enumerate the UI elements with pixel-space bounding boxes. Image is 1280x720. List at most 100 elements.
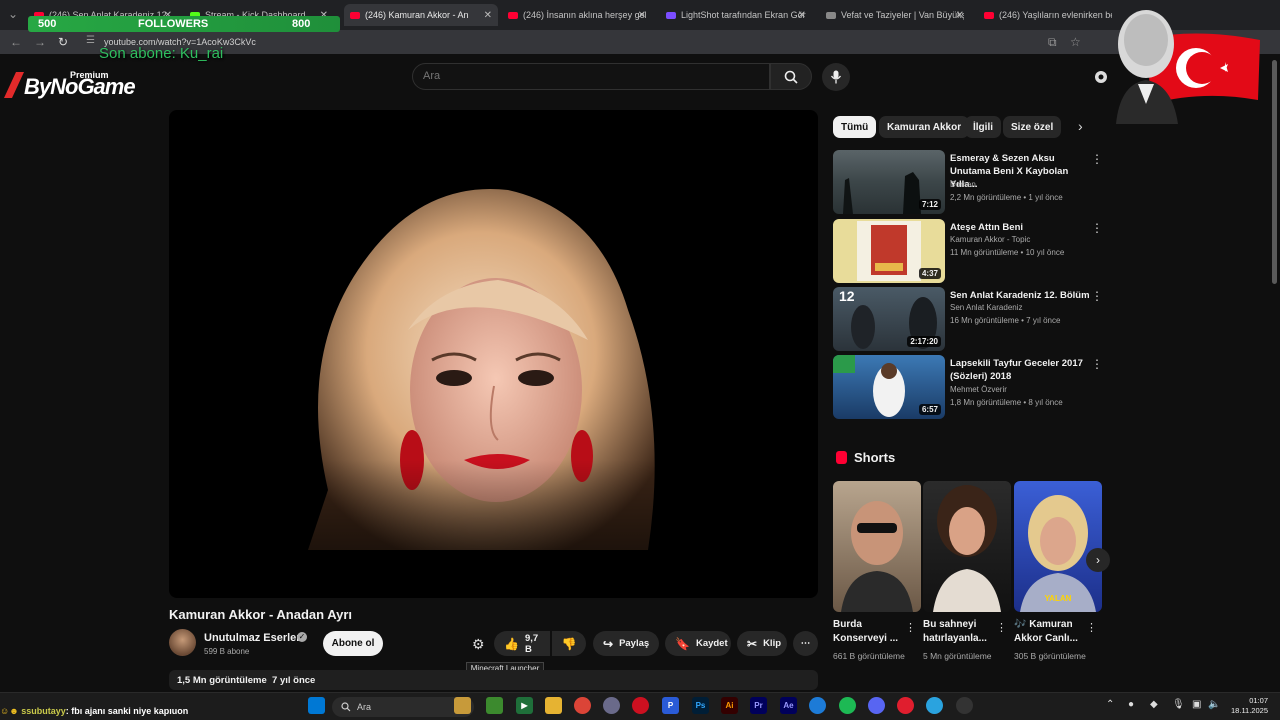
play-store-icon[interactable]: ▶ — [516, 697, 533, 714]
chip-kamuran-akkor[interactable]: Kamuran Akkor — [879, 116, 970, 138]
premiere-icon[interactable]: Pr — [750, 697, 767, 714]
forward-icon[interactable]: → — [34, 35, 46, 49]
more-vertical-icon[interactable]: ⋮ — [1091, 152, 1103, 166]
bookmark-star-icon[interactable]: ☆ — [1070, 35, 1081, 49]
install-app-icon[interactable]: ⧉ — [1048, 35, 1057, 50]
logo-text: ByNoGame — [24, 74, 136, 99]
chip-related[interactable]: İlgili — [965, 116, 1001, 138]
tab-7[interactable]: (246) Yaşlıların evlenirken ben — [978, 4, 1118, 26]
tab-4[interactable]: (246) İnsanın aklına herşey geli ✕ — [502, 4, 652, 26]
channel-name: Kamuran Akkor - Topic — [950, 235, 1031, 244]
more-vertical-icon[interactable]: ⋮ — [1091, 357, 1103, 371]
short-thumbnail[interactable] — [833, 481, 921, 612]
chip-all[interactable]: Tümü — [833, 116, 877, 138]
search-input[interactable] — [423, 70, 723, 82]
tab-6[interactable]: Vefat ve Taziyeler | Van Büyükş ✕ — [820, 4, 970, 26]
tray-app-icon[interactable]: ● — [1128, 699, 1134, 710]
obs-icon[interactable] — [956, 697, 973, 714]
close-tab-icon[interactable]: ✕ — [638, 10, 646, 21]
more-vertical-icon[interactable]: ⋮ — [1086, 621, 1097, 634]
clip-button[interactable]: ✂ Klip — [737, 631, 787, 656]
more-vertical-icon[interactable]: ⋮ — [905, 621, 916, 634]
chevron-right-icon[interactable]: › — [1078, 118, 1083, 134]
subscribe-button[interactable]: Abone ol — [323, 631, 383, 656]
channel-name[interactable]: Unutulmaz Eserler — [204, 632, 301, 644]
dislike-button[interactable]: 👎 — [552, 631, 586, 656]
search-icon — [784, 70, 798, 84]
spotify-icon[interactable] — [839, 697, 856, 714]
site-favicon-icon — [826, 11, 836, 19]
tab-3-active[interactable]: (246) Kamuran Akkor - An ✕ — [344, 4, 498, 26]
system-clock[interactable]: 01:07 18.11.2025 — [1226, 696, 1268, 716]
share-button[interactable]: ↪ Paylaş — [593, 631, 659, 656]
chrome-icon[interactable] — [574, 697, 591, 714]
minecraft-launcher-icon[interactable]: ⚙ — [472, 636, 488, 652]
recommendation-item[interactable]: 4:37 Ateşe Attın Beni Kamuran Akkor - To… — [833, 219, 1103, 283]
widgets-icon[interactable] — [454, 697, 471, 714]
short-title[interactable]: 🎶 Kamuran Akkor Canlı... — [1014, 618, 1092, 646]
search-button[interactable] — [770, 63, 812, 90]
discord-icon[interactable] — [868, 697, 885, 714]
share-icon: ↪ — [603, 636, 614, 651]
last-subscriber-overlay: Son abone: Ku_rai — [99, 45, 224, 62]
chat-username: ssubutayy — [21, 706, 66, 716]
photoshop-express-icon[interactable]: P — [662, 697, 679, 714]
volume-icon[interactable]: 🔈 — [1208, 699, 1220, 710]
edge-icon[interactable] — [809, 697, 826, 714]
recommendation-item[interactable]: 7:12 Esmeray & Sezen Aksu Unutama Beni X… — [833, 150, 1103, 214]
short-title[interactable]: Bu sahneyi hatırlayanla... — [923, 618, 1001, 646]
voice-search-button[interactable] — [822, 63, 850, 91]
recommendation-item[interactable]: 6:57 Lapsekili Tayfur Geceler 2017 (Sözl… — [833, 355, 1103, 419]
video-title: Ateşe Attın Beni — [950, 222, 1024, 233]
opera-icon[interactable] — [632, 697, 649, 714]
video-thumbnail[interactable]: 6:57 — [833, 355, 945, 419]
tab-5[interactable]: LightShot tarafından Ekran Gör ✕ — [660, 4, 812, 26]
channel-avatar[interactable] — [169, 629, 196, 656]
more-vertical-icon[interactable]: ⋮ — [1091, 221, 1103, 235]
file-explorer-icon[interactable] — [545, 697, 562, 714]
recommendation-item[interactable]: 12 2:17:20 Sen Anlat Karadeniz 12. Bölüm… — [833, 287, 1103, 351]
shorts-heading: Shorts — [854, 450, 896, 465]
close-tab-icon[interactable]: ✕ — [484, 10, 492, 21]
photoshop-icon[interactable]: Ps — [692, 697, 709, 714]
illustrator-icon[interactable]: Ai — [721, 697, 738, 714]
more-vertical-icon[interactable]: ⋮ — [1091, 289, 1103, 303]
scrollbar-thumb[interactable] — [1272, 60, 1277, 284]
short-title[interactable]: Burda Konserveyi ... — [833, 618, 911, 646]
more-vertical-icon[interactable]: ⋮ — [996, 621, 1007, 634]
chip-for-you[interactable]: Size özel — [1003, 116, 1062, 138]
like-button[interactable]: 👍 9,7 B — [494, 631, 550, 656]
chevron-right-icon[interactable]: › — [1086, 548, 1110, 572]
create-icon[interactable] — [1092, 68, 1110, 86]
video-thumbnail[interactable]: 12 2:17:20 — [833, 287, 945, 351]
network-icon[interactable]: ▣ — [1192, 699, 1201, 710]
save-button[interactable]: 🔖 Kaydet — [665, 631, 731, 656]
app-icon[interactable] — [603, 697, 620, 714]
taskbar-search[interactable]: Ara — [332, 697, 474, 717]
close-tab-icon[interactable]: ✕ — [956, 10, 964, 21]
tray-app-icon[interactable]: ◆ — [1150, 699, 1158, 710]
close-tab-icon[interactable]: ✕ — [798, 10, 806, 21]
video-duration: 7:12 — [918, 199, 941, 210]
short-thumbnail[interactable] — [923, 481, 1011, 612]
back-icon[interactable]: ← — [10, 35, 22, 49]
video-thumbnail[interactable]: 7:12 — [833, 150, 945, 214]
microphone-tray-icon[interactable]: 🎙 — [1172, 699, 1185, 710]
windows-start-icon[interactable] — [308, 697, 325, 714]
after-effects-icon[interactable]: Ae — [780, 697, 797, 714]
reload-icon[interactable]: ↻ — [58, 35, 68, 49]
more-actions-button[interactable]: ⋯ — [793, 631, 818, 656]
video-thumbnail[interactable]: 4:37 — [833, 219, 945, 283]
telegram-icon[interactable] — [926, 697, 943, 714]
site-info-icon[interactable]: ☰ — [86, 35, 95, 46]
minecraft-launcher-taskbar-icon[interactable] — [486, 697, 503, 714]
app-red-icon[interactable] — [897, 697, 914, 714]
tab-menu-icon[interactable]: ⌄ — [8, 7, 18, 21]
video-meta: 11 Mn görüntüleme • 10 yıl önce — [950, 248, 1065, 257]
short-thumbnail[interactable]: YALAN — [1014, 481, 1102, 612]
description-box[interactable]: 1,5 Mn görüntüleme 7 yıl önce — [169, 670, 818, 690]
show-hidden-icons[interactable]: ⌃ — [1106, 699, 1114, 710]
video-player[interactable] — [169, 110, 818, 598]
share-label: Paylaş — [619, 638, 650, 649]
clip-label: Klip — [763, 638, 782, 649]
